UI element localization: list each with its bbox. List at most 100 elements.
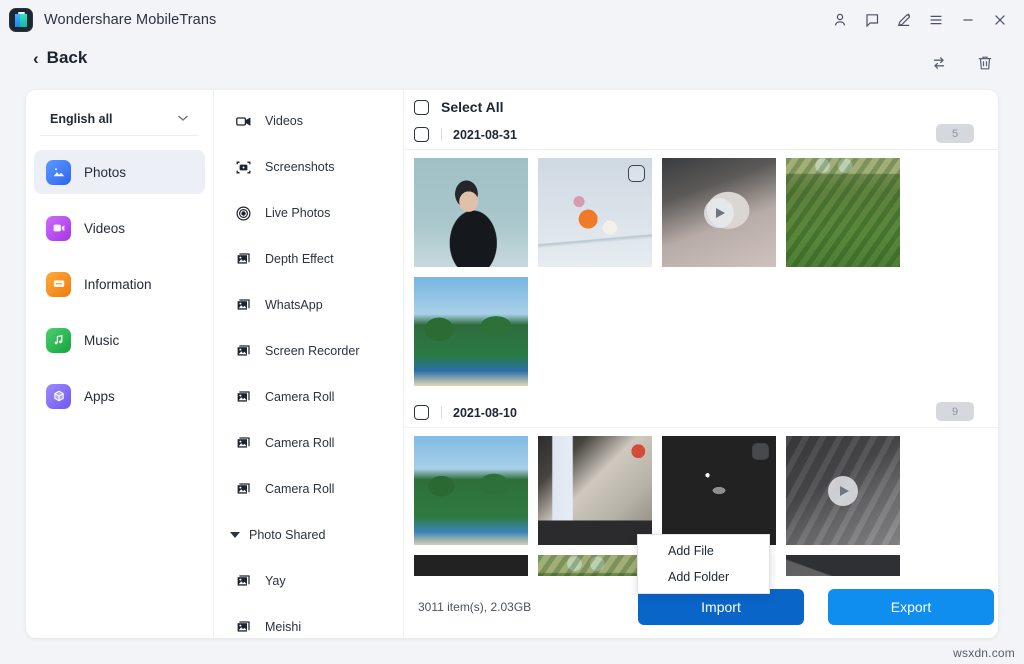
photo-thumbnail[interactable] <box>662 436 776 545</box>
screenshot-icon <box>234 158 252 176</box>
language-selector[interactable]: English all <box>40 102 199 136</box>
category-group-photo-shared[interactable]: Photo Shared <box>214 512 403 558</box>
back-chevron-icon: ‹ <box>33 50 39 67</box>
sync-transfer-icon[interactable] <box>928 52 950 74</box>
language-value: English all <box>50 112 113 126</box>
sidebar-item-photos[interactable]: Photos <box>34 150 205 194</box>
menu-item-add-file[interactable]: Add File <box>638 538 769 564</box>
photo-thumbnail[interactable] <box>538 555 652 576</box>
select-all-label: Select All <box>441 99 504 115</box>
window-controls <box>824 0 1016 40</box>
sidebar-item-label: Music <box>84 333 119 348</box>
album-icon <box>234 618 252 636</box>
photo-thumbnail[interactable] <box>538 436 652 545</box>
album-icon <box>234 342 252 360</box>
category-label: Camera Roll <box>265 436 334 450</box>
menu-item-add-folder[interactable]: Add Folder <box>638 564 769 590</box>
category-item-videos[interactable]: Videos <box>214 98 403 144</box>
sidebar-item-information[interactable]: Information <box>34 262 205 306</box>
category-label: Yay <box>265 574 286 588</box>
header-toolbar <box>928 52 996 74</box>
videos-icon <box>46 216 71 241</box>
video-thumbnail[interactable] <box>662 158 776 267</box>
date-group-header[interactable]: 2021-08-31 5 <box>404 120 998 150</box>
photo-scroll-area[interactable]: Select All 2021-08-31 5 <box>404 90 998 576</box>
select-all-checkbox[interactable] <box>414 100 429 115</box>
triangle-down-icon <box>230 532 240 538</box>
video-camera-icon <box>234 112 252 130</box>
page-header: ‹ Back <box>0 40 1024 90</box>
group-date-label: 2021-08-10 <box>453 406 517 420</box>
watermark: wsxdn.com <box>953 646 1015 660</box>
category-label: Live Photos <box>265 206 330 220</box>
category-item-meishi[interactable]: Meishi <box>214 604 403 638</box>
back-button[interactable]: ‹ Back <box>33 48 87 68</box>
information-icon <box>46 272 71 297</box>
photos-icon <box>46 160 71 185</box>
photo-browser: Select All 2021-08-31 5 <box>404 90 998 638</box>
photo-thumbnail[interactable] <box>414 277 528 386</box>
date-group-header[interactable]: 2021-08-10 9 <box>404 398 998 428</box>
import-button[interactable]: Import <box>638 589 804 625</box>
category-item-screen-recorder[interactable]: Screen Recorder <box>214 328 403 374</box>
category-label: Screen Recorder <box>265 344 360 358</box>
category-item-depth-effect[interactable]: Depth Effect <box>214 236 403 282</box>
album-icon <box>234 480 252 498</box>
play-icon <box>704 198 734 228</box>
group-count-badge: 9 <box>936 402 974 421</box>
category-item-camera-roll-3[interactable]: Camera Roll <box>214 466 403 512</box>
group-checkbox[interactable] <box>414 405 429 420</box>
category-label: WhatsApp <box>265 298 323 312</box>
item-count-label: 3011 item(s), 2.03GB <box>418 600 531 614</box>
album-icon <box>234 296 252 314</box>
export-button[interactable]: Export <box>828 589 994 625</box>
delete-icon[interactable] <box>974 52 996 74</box>
feedback-chat-icon[interactable] <box>856 4 888 36</box>
category-item-whatsapp[interactable]: WhatsApp <box>214 282 403 328</box>
category-label: Meishi <box>265 620 301 634</box>
title-bar: Wondershare MobileTrans <box>0 0 1024 40</box>
category-list: Videos Screenshots Live Photos Depth Eff… <box>214 90 404 638</box>
music-icon <box>46 328 71 353</box>
sidebar-item-label: Videos <box>84 221 125 236</box>
sidebar-item-label: Information <box>84 277 152 292</box>
select-all-row[interactable]: Select All <box>404 90 998 120</box>
back-label: Back <box>47 48 88 68</box>
photo-thumbnail[interactable] <box>414 158 528 267</box>
minimize-button[interactable] <box>952 4 984 36</box>
sidebar-item-music[interactable]: Music <box>34 318 205 362</box>
category-item-camera-roll-1[interactable]: Camera Roll <box>214 374 403 420</box>
sidebar-item-label: Apps <box>84 389 115 404</box>
photo-thumbnail[interactable] <box>786 158 900 267</box>
account-icon[interactable] <box>824 4 856 36</box>
video-thumbnail[interactable] <box>786 555 900 576</box>
application-window: Wondershare MobileTrans <box>0 0 1024 664</box>
photo-thumbnail[interactable] <box>414 555 528 576</box>
menu-icon[interactable] <box>920 4 952 36</box>
category-label: Camera Roll <box>265 482 334 496</box>
sidebar-item-videos[interactable]: Videos <box>34 206 205 250</box>
category-item-screenshots[interactable]: Screenshots <box>214 144 403 190</box>
apps-icon <box>46 384 71 409</box>
edit-pen-icon[interactable] <box>888 4 920 36</box>
album-icon <box>234 572 252 590</box>
album-icon <box>234 434 252 452</box>
photo-thumbnail[interactable] <box>414 436 528 545</box>
group-date-label: 2021-08-31 <box>453 128 517 142</box>
video-thumbnail[interactable] <box>786 436 900 545</box>
sidebar-list: Photos Videos Information <box>26 150 213 418</box>
window-title: Wondershare MobileTrans <box>44 12 216 28</box>
category-label: Camera Roll <box>265 390 334 404</box>
photo-thumbnail[interactable] <box>538 158 652 267</box>
photo-checkbox[interactable] <box>752 443 769 460</box>
close-button[interactable] <box>984 4 1016 36</box>
live-photo-icon <box>234 204 252 222</box>
sidebar-item-apps[interactable]: Apps <box>34 374 205 418</box>
category-item-camera-roll-2[interactable]: Camera Roll <box>214 420 403 466</box>
category-item-live-photos[interactable]: Live Photos <box>214 190 403 236</box>
mobiletrans-logo-icon <box>10 9 32 31</box>
main-card: English all Photos Videos <box>26 90 998 638</box>
group-checkbox[interactable] <box>414 127 429 142</box>
category-item-yay[interactable]: Yay <box>214 558 403 604</box>
photo-checkbox[interactable] <box>628 165 645 182</box>
